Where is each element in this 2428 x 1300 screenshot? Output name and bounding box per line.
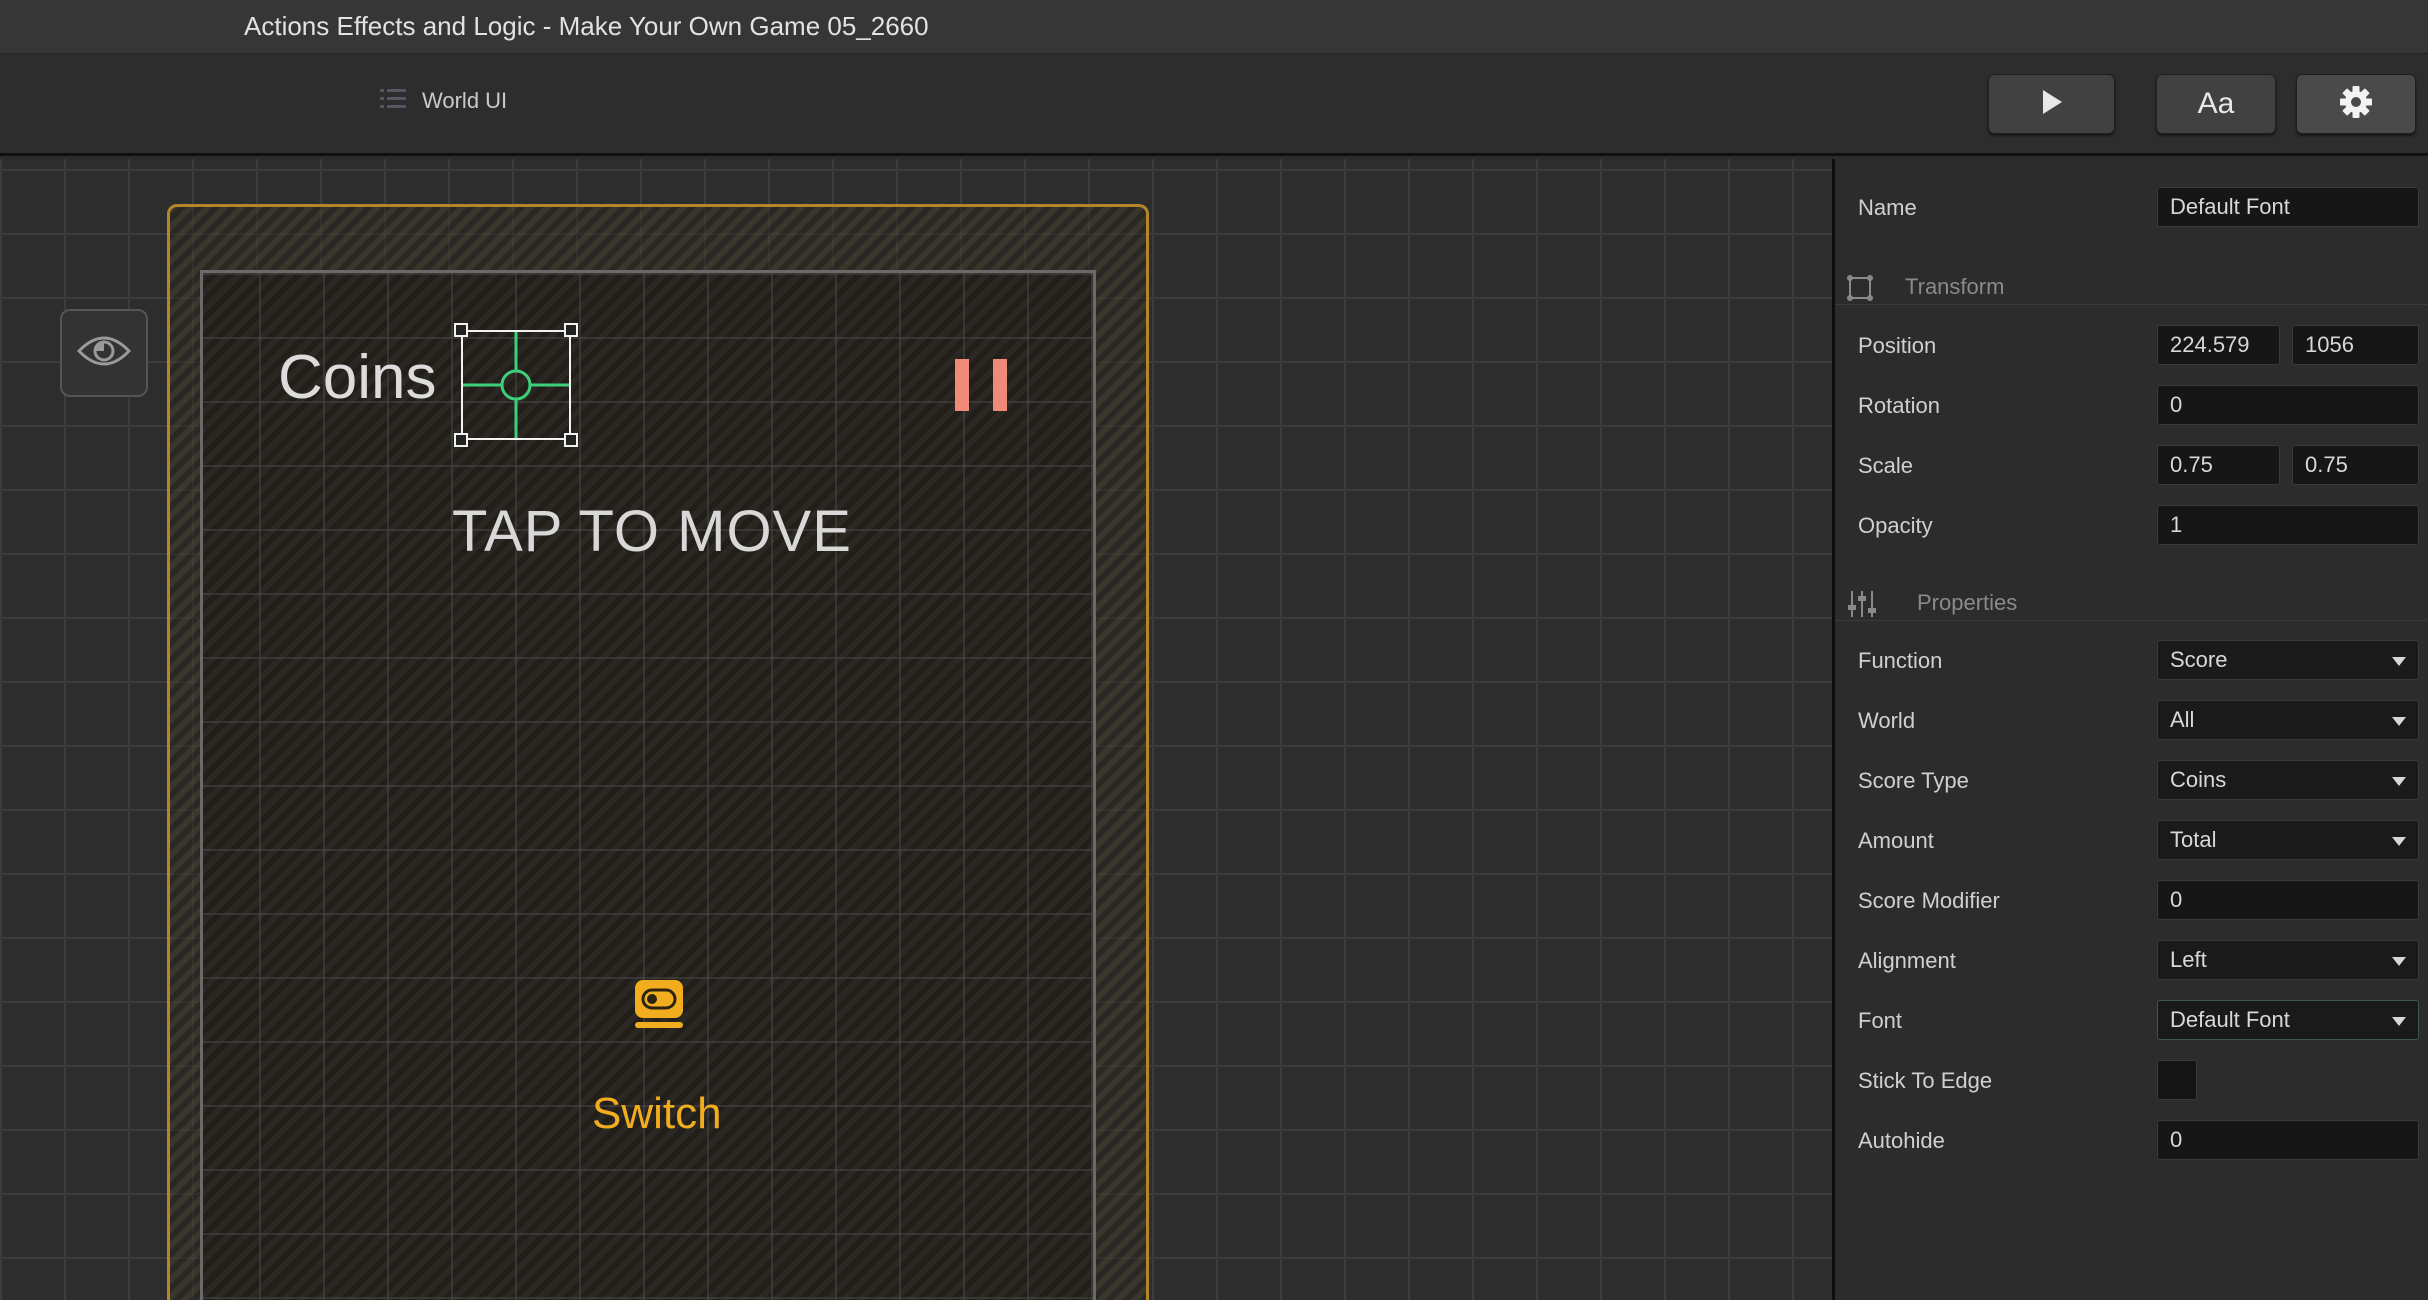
name-field[interactable]: Default Font <box>2157 187 2419 227</box>
breadcrumb-label: World UI <box>422 87 508 113</box>
properties-panel: Name Default Font Transform Position 224… <box>1832 159 2428 1300</box>
window-title: Actions Effects and Logic - Make Your Ow… <box>244 11 929 41</box>
visibility-toggle[interactable] <box>60 309 148 397</box>
selection-box[interactable] <box>454 323 578 447</box>
properties-section-header[interactable]: Properties <box>1835 585 2428 621</box>
position-y-field[interactable]: 1056 <box>2292 325 2419 365</box>
scale-label: Scale <box>1858 453 1914 478</box>
eye-icon <box>76 331 132 376</box>
alignment-select[interactable]: Left <box>2157 940 2419 980</box>
transform-section-header[interactable]: Transform <box>1835 269 2428 305</box>
list-icon <box>380 87 406 114</box>
coins-text[interactable]: Coins <box>278 342 437 413</box>
font-label: Font <box>1858 1008 1903 1033</box>
rotation-row: Rotation 0 <box>1835 385 2428 425</box>
scale-x-field[interactable]: 0.75 <box>2157 445 2280 485</box>
stick-to-edge-row: Stick To Edge <box>1835 1060 2428 1100</box>
amount-label: Amount <box>1858 828 1934 853</box>
amount-row: Amount Total <box>1835 820 2428 860</box>
transform-icon <box>1847 275 1873 301</box>
world-label: World <box>1858 708 1916 733</box>
stick-to-edge-checkbox[interactable] <box>2157 1060 2197 1100</box>
score-type-select[interactable]: Coins <box>2157 760 2419 800</box>
title-bar: Actions Effects and Logic - Make Your Ow… <box>0 0 2428 54</box>
play-button[interactable] <box>1988 74 2115 134</box>
function-select[interactable]: Score <box>2157 640 2419 680</box>
name-label: Name <box>1858 195 1917 220</box>
font-row: Font Default Font <box>1835 1000 2428 1040</box>
toolbar: World UI Aa <box>0 54 2428 156</box>
rotation-field[interactable]: 0 <box>2157 385 2419 425</box>
scale-row: Scale 0.75 0.75 <box>1835 445 2428 485</box>
font-select[interactable]: Default Font <box>2157 1000 2419 1040</box>
score-modifier-field[interactable]: 0 <box>2157 880 2419 920</box>
pause-icon[interactable] <box>955 359 1009 411</box>
name-row: Name Default Font <box>1835 187 2428 227</box>
ui-screen-area <box>200 270 1096 1300</box>
properties-title: Properties <box>1917 590 2018 615</box>
score-type-label: Score Type <box>1858 768 1969 793</box>
autohide-label: Autohide <box>1858 1128 1945 1153</box>
opacity-row: Opacity 1 <box>1835 505 2428 545</box>
tap-to-move-text[interactable]: TAP TO MOVE <box>452 498 852 565</box>
rotation-label: Rotation <box>1858 393 1940 418</box>
function-row: Function Score <box>1835 640 2428 680</box>
opacity-label: Opacity <box>1858 513 1933 538</box>
score-modifier-label: Score Modifier <box>1858 888 2000 913</box>
settings-button[interactable] <box>2296 74 2416 134</box>
position-row: Position 224.579 1056 <box>1835 325 2428 365</box>
stick-to-edge-label: Stick To Edge <box>1858 1068 1993 1093</box>
transform-title: Transform <box>1905 274 2005 299</box>
amount-select[interactable]: Total <box>2157 820 2419 860</box>
function-label: Function <box>1858 648 1943 673</box>
autohide-row: Autohide 0 <box>1835 1120 2428 1160</box>
alignment-label: Alignment <box>1858 948 1956 973</box>
sliders-icon <box>1847 591 1876 617</box>
breadcrumb[interactable]: World UI <box>380 87 507 114</box>
crosshair-icon[interactable] <box>463 332 569 443</box>
switch-text[interactable]: Switch <box>592 1089 722 1139</box>
score-modifier-row: Score Modifier 0 <box>1835 880 2428 920</box>
font-button[interactable]: Aa <box>2156 74 2276 134</box>
gear-icon <box>2339 85 2373 124</box>
position-label: Position <box>1858 333 1937 358</box>
switch-icon[interactable] <box>633 980 685 1030</box>
world-row: World All <box>1835 700 2428 740</box>
scene-canvas[interactable]: Coins TAP TO MOVE Switch <box>0 159 1832 1300</box>
opacity-field[interactable]: 1 <box>2157 505 2419 545</box>
autohide-field[interactable]: 0 <box>2157 1120 2419 1160</box>
play-icon <box>2041 89 2063 120</box>
score-type-row: Score Type Coins <box>1835 760 2428 800</box>
world-select[interactable]: All <box>2157 700 2419 740</box>
position-x-field[interactable]: 224.579 <box>2157 325 2280 365</box>
scale-y-field[interactable]: 0.75 <box>2292 445 2419 485</box>
alignment-row: Alignment Left <box>1835 940 2428 980</box>
